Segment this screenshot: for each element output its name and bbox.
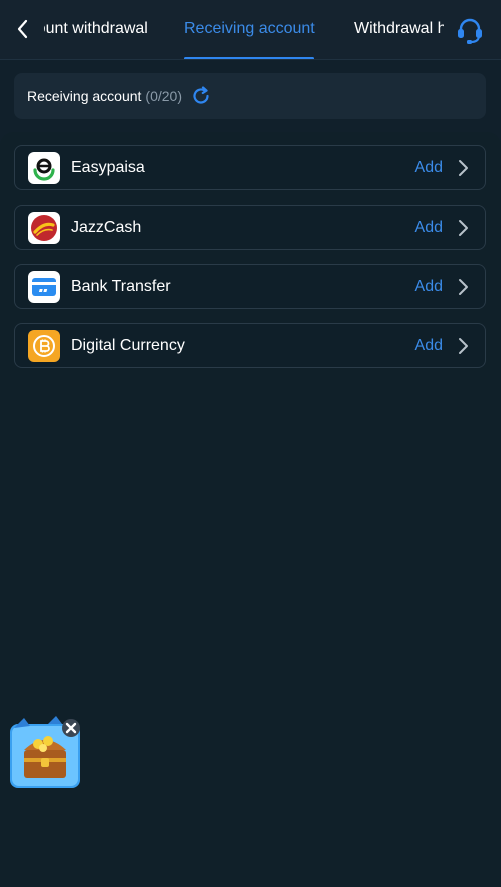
account-row-jazzcash[interactable]: JazzCash Add: [14, 205, 486, 250]
jazzcash-logo: [28, 211, 60, 244]
chevron-right-icon: [457, 218, 469, 238]
customer-service-button[interactable]: [452, 12, 488, 48]
refresh-icon: [193, 86, 209, 104]
account-row-bank-transfer[interactable]: Bank Transfer Add: [14, 264, 486, 309]
account-row-digital-currency[interactable]: Digital Currency Add: [14, 323, 486, 368]
receiving-account-summary: Receiving account (0/20): [14, 73, 486, 119]
tab-withdrawal-history[interactable]: Withdrawal history: [354, 0, 444, 59]
active-tab-indicator: [184, 57, 314, 59]
tab-receiving-account[interactable]: Receiving account: [184, 0, 315, 59]
summary-label: Receiving account: [27, 88, 142, 104]
chevron-right-icon: [457, 277, 469, 297]
add-link[interactable]: Add: [415, 159, 443, 177]
account-label: Easypaisa: [71, 158, 145, 176]
tab-account-withdrawal[interactable]: Account withdrawal: [44, 0, 148, 59]
headset-icon: [458, 18, 482, 44]
add-link[interactable]: Add: [415, 278, 443, 296]
account-label: JazzCash: [71, 218, 142, 236]
account-label: Digital Currency: [71, 336, 185, 354]
chevron-right-icon: [457, 336, 469, 356]
back-button[interactable]: [10, 16, 34, 42]
account-row-easypaisa[interactable]: Easypaisa Add: [14, 145, 486, 190]
treasure-chest-promo[interactable]: [8, 714, 82, 790]
tab-strip: Account withdrawal Receiving account Wit…: [44, 0, 444, 59]
add-link[interactable]: Add: [415, 219, 443, 237]
account-count: (0/20): [145, 88, 182, 104]
chevron-left-icon: [17, 19, 28, 39]
refresh-button[interactable]: [191, 86, 211, 106]
chevron-right-icon: [457, 158, 469, 178]
easypaisa-logo: [28, 151, 60, 184]
top-bar: Account withdrawal Receiving account Wit…: [0, 0, 501, 60]
account-label: Bank Transfer: [71, 277, 171, 295]
bank-card-icon: [28, 270, 60, 303]
bitcoin-icon: [28, 329, 60, 362]
treasure-chest-icon: [10, 716, 80, 788]
add-link[interactable]: Add: [415, 337, 443, 355]
